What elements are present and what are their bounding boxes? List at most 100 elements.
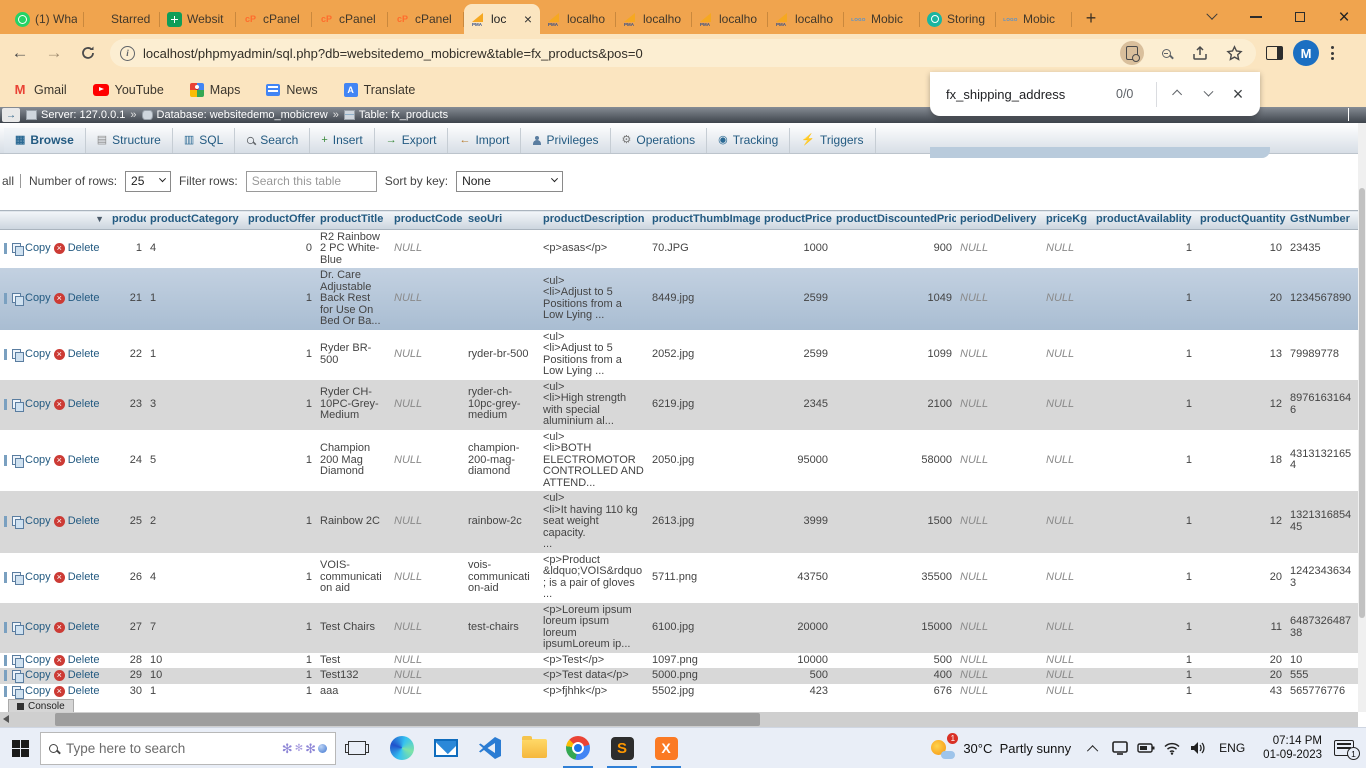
column-header-productDescription[interactable]: productDescription [539,211,648,230]
task-view-icon[interactable] [348,741,366,755]
battery-icon[interactable] [1133,728,1159,768]
taskbar-edge[interactable] [380,728,424,768]
delete-row-link[interactable]: Delete [68,686,100,698]
forward-button[interactable]: → [40,39,68,67]
bookmark-item[interactable]: MGmail [12,82,67,98]
browser-tab[interactable]: Storing [920,4,996,34]
find-next-icon[interactable] [1193,79,1223,109]
taskbar-mail[interactable] [424,728,468,768]
browser-tab[interactable]: localho [616,4,692,34]
column-header-productQuantity[interactable]: productQuantity [1196,211,1286,230]
bookmark-item[interactable]: YouTube [93,82,164,98]
browser-tab[interactable]: LOGOMobic [996,4,1072,34]
browser-tab[interactable]: cPcPanel [388,4,464,34]
browser-tab[interactable]: LOGOMobic [844,4,920,34]
pma-tab-triggers[interactable]: ⚡Triggers [790,128,875,153]
browser-menu-icon[interactable] [1331,46,1334,60]
copy-row-link[interactable]: Copy [25,622,51,634]
copy-row-link[interactable]: Copy [25,670,51,682]
copy-row-link[interactable]: Copy [25,572,51,584]
delete-row-link[interactable]: Delete [68,399,100,411]
tab-close-icon[interactable]: × [523,12,533,26]
delete-row-link[interactable]: Delete [68,349,100,361]
copy-row-link[interactable]: Copy [25,293,51,305]
delete-row-link[interactable]: Delete [68,243,100,255]
zoom-out-icon[interactable] [1154,41,1178,65]
pma-tab-privileges[interactable]: Privileges [521,128,610,153]
start-button[interactable] [0,728,40,768]
language-indicator[interactable]: ENG [1211,741,1253,755]
share-icon[interactable] [1188,41,1212,65]
copy-row-link[interactable]: Copy [25,399,51,411]
new-tab-button[interactable]: + [1078,5,1104,31]
panel-expand-icon[interactable]: → [2,108,20,122]
vertical-scrollbar[interactable] [1358,123,1366,712]
breadcrumb-database[interactable]: Database: websitedemo_mobicrew [142,109,328,121]
delete-row-link[interactable]: Delete [68,670,100,682]
pma-tab-insert[interactable]: +Insert [310,128,374,153]
browser-tab[interactable]: localho [692,4,768,34]
breadcrumb-table[interactable]: Table: fx_products [344,109,448,121]
console-tab[interactable]: Console [8,699,74,712]
delete-row-link[interactable]: Delete [68,516,100,528]
horizontal-scrollbar[interactable] [0,712,1358,727]
find-in-page-icon[interactable] [1120,41,1144,65]
pma-tab-browse[interactable]: ▦Browse [4,128,86,153]
pma-tab-search[interactable]: Search [235,128,310,153]
browser-tab[interactable]: loc× [464,4,540,34]
column-header-productID[interactable]: productID [108,211,146,230]
delete-row-link[interactable]: Delete [68,655,100,667]
column-header-productThumbImage[interactable]: productThumbImage [648,211,760,230]
copy-row-link[interactable]: Copy [25,455,51,467]
column-header-GstNumber[interactable]: GstNumber [1286,211,1358,230]
browser-tab[interactable]: localho [540,4,616,34]
scroll-left-icon[interactable] [3,715,9,723]
side-panel-icon[interactable] [1266,46,1283,60]
delete-row-link[interactable]: Delete [68,293,100,305]
search-highlight-decoration[interactable]: ✻✻✻ [282,742,327,755]
column-header-productTitle[interactable]: productTitle [316,211,390,230]
cast-icon[interactable] [1107,728,1133,768]
copy-row-link[interactable]: Copy [25,686,51,698]
wifi-icon[interactable] [1159,728,1185,768]
bookmark-item[interactable]: Maps [190,82,241,98]
show-all-label[interactable]: all [2,174,14,188]
find-previous-icon[interactable] [1163,79,1193,109]
browser-tab[interactable]: cPcPanel [236,4,312,34]
browser-tab[interactable]: Starred [84,4,160,34]
sort-select[interactable]: None [456,171,563,192]
delete-row-link[interactable]: Delete [68,572,100,584]
copy-row-link[interactable]: Copy [25,349,51,361]
pma-tab-sql[interactable]: ▥SQL [173,128,235,153]
pma-tab-operations[interactable]: ⚙Operations [611,128,708,153]
taskbar-chrome[interactable] [556,728,600,768]
weather-widget[interactable]: 1 30°C Partly sunny [919,737,1081,759]
back-button[interactable]: ← [6,39,34,67]
column-dropdown-icon[interactable]: ▼ [95,214,104,226]
browser-tab[interactable]: localho [768,4,844,34]
address-bar[interactable]: i localhost/phpmyadmin/sql.php?db=websit… [110,39,1256,67]
column-header-periodDelivery[interactable]: periodDelivery [956,211,1042,230]
volume-icon[interactable] [1185,728,1211,768]
taskbar-search-input[interactable] [66,741,274,756]
minimize-button[interactable] [1234,0,1278,34]
vertical-scrollbar-thumb[interactable] [1359,188,1365,618]
taskbar-vscode[interactable] [468,728,512,768]
horizontal-scrollbar-thumb[interactable] [55,713,760,726]
find-close-icon[interactable]: × [1223,79,1253,109]
copy-row-link[interactable]: Copy [25,516,51,528]
profile-avatar[interactable]: M [1293,40,1319,66]
url-text[interactable]: localhost/phpmyadmin/sql.php?db=websited… [143,46,1112,61]
browser-tab[interactable]: (1) Wha [8,4,84,34]
column-header-productCategory[interactable]: productCategory [146,211,244,230]
copy-row-link[interactable]: Copy [25,243,51,255]
tray-expand-icon[interactable] [1081,728,1107,768]
reload-button[interactable] [74,39,102,67]
find-input[interactable] [946,87,1116,102]
taskbar-clock[interactable]: 07:14 PM 01-09-2023 [1253,734,1332,762]
browser-tab[interactable]: cPcPanel [312,4,388,34]
pma-tab-import[interactable]: ←Import [448,128,521,153]
column-header-productOffer[interactable]: productOffer [244,211,316,230]
notification-center-icon[interactable]: 1 [1334,740,1354,756]
restore-button[interactable] [1278,0,1322,34]
